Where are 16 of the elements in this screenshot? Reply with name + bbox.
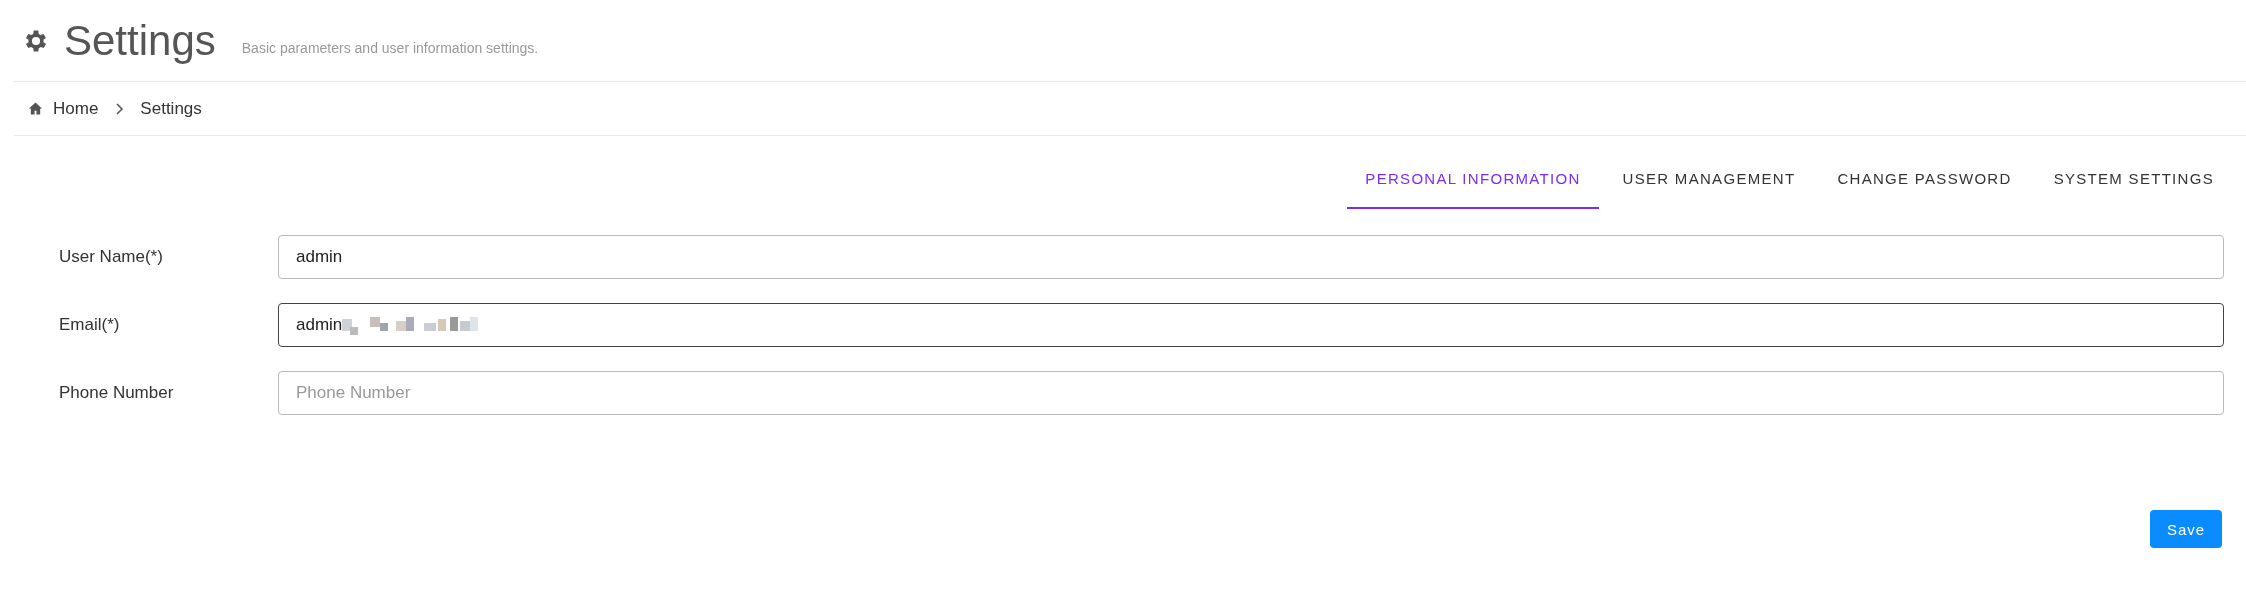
page-title: Settings — [64, 16, 216, 65]
input-field[interactable]: admin — [278, 303, 2224, 347]
field-label: User Name(*) — [59, 247, 164, 267]
home-icon — [28, 101, 43, 116]
field-label: Phone Number — [59, 383, 175, 403]
chevron-icon — [114, 102, 125, 115]
breadcrumb-item[interactable]: Home — [53, 98, 99, 119]
page-subtitle: Basic parameters and user information settings. — [241, 39, 539, 56]
input-field[interactable]: admin — [278, 235, 2224, 279]
tab[interactable]: CHANGE PASSWORD — [1819, 170, 2030, 209]
field-label: Email(*) — [59, 315, 121, 335]
tab[interactable]: PERSONAL INFORMATION — [1347, 170, 1599, 209]
input-field[interactable]: Phone Number — [278, 371, 2224, 415]
tab[interactable]: USER MANAGEMENT — [1604, 170, 1814, 209]
breadcrumb-item: Settings — [140, 98, 202, 119]
tab[interactable]: SYSTEM SETTINGS — [2035, 170, 2232, 209]
